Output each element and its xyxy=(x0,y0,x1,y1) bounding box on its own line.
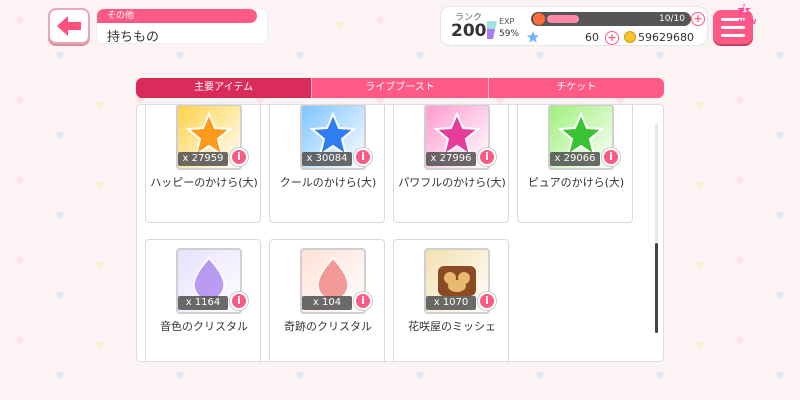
flame-icon xyxy=(533,13,545,25)
stamina-value: 10/10 xyxy=(659,14,685,24)
tab-main-items[interactable]: 主要アイテム xyxy=(136,78,313,98)
item-name: ピュアのかけら(大) xyxy=(527,176,625,189)
item-card[interactable]: x 27959 i ハッピーのかけら(大) xyxy=(145,105,261,223)
exp-label: EXP xyxy=(499,17,515,26)
item-name: クールのかけら(大) xyxy=(279,176,377,189)
menu-line xyxy=(721,33,745,37)
info-icon[interactable]: i xyxy=(478,292,496,310)
player-status-panel: ランク 200 EXP 59% 10/10 あと - - : - - + 60 … xyxy=(440,6,724,80)
item-card[interactable]: x 104 i 奇跡のクリスタル xyxy=(269,239,385,361)
tab-live-boost[interactable]: ライブブースト xyxy=(312,78,489,98)
stamina-plus-button[interactable]: + xyxy=(691,12,705,26)
new-label: NEW xyxy=(738,18,757,26)
exp-gauge-icon xyxy=(487,21,497,39)
tab-bar: 主要アイテム ライブブースト チケット xyxy=(136,78,664,98)
exp-percent: 59% xyxy=(499,29,520,39)
item-card[interactable]: x 27996 i パワフルのかけら(大) xyxy=(393,105,509,223)
item-name: 音色のクリスタル xyxy=(160,320,248,333)
arrow-left-icon xyxy=(57,16,81,36)
item-name: ハッピーのかけら(大) xyxy=(150,176,258,189)
info-icon[interactable]: i xyxy=(602,148,620,166)
new-badge: ★ 1 NEW xyxy=(734,2,758,28)
item-card[interactable]: x 29066 i ピュアのかけら(大) xyxy=(517,105,633,223)
info-icon[interactable]: i xyxy=(354,292,372,310)
item-name: 奇跡のクリスタル xyxy=(284,320,372,333)
items-panel[interactable]: x 27959 i ハッピーのかけら(大) x 30084 i クールのかけら(大) x 2… xyxy=(136,104,664,362)
breadcrumb: その他 持ちもの xyxy=(96,8,268,45)
gem-count: 60 xyxy=(585,31,599,44)
item-card[interactable]: x 1070 i 花咲屋のミッシェ xyxy=(393,239,509,361)
tab-tickets[interactable]: チケット xyxy=(488,78,664,98)
item-quantity: x 29066 xyxy=(550,152,600,166)
info-icon[interactable]: i xyxy=(478,148,496,166)
info-icon[interactable]: i xyxy=(354,148,372,166)
star-gem-icon xyxy=(527,31,539,43)
new-count: 1 xyxy=(742,5,748,14)
scrollbar-thumb[interactable] xyxy=(655,243,658,333)
info-icon[interactable]: i xyxy=(230,292,248,310)
item-name: 花咲屋のミッシェ xyxy=(408,320,496,333)
item-quantity: x 27996 xyxy=(426,152,476,166)
item-name: パワフルのかけら(大) xyxy=(398,176,506,189)
coin-count: 59629680 xyxy=(638,31,694,44)
stamina-fill xyxy=(547,15,579,23)
back-button[interactable] xyxy=(48,8,90,44)
item-quantity: x 1070 xyxy=(426,296,476,310)
stamina-bar: 10/10 あと - - : - - xyxy=(531,12,724,80)
rank-value: 200 xyxy=(451,21,487,41)
info-icon[interactable]: i xyxy=(230,148,248,166)
item-quantity: x 30084 xyxy=(302,152,352,166)
item-card[interactable]: x 1164 i 音色のクリスタル xyxy=(145,239,261,361)
item-card[interactable]: x 30084 i クールのかけら(大) xyxy=(269,105,385,223)
item-quantity: x 1164 xyxy=(178,296,228,310)
gem-plus-button[interactable]: + xyxy=(605,31,619,45)
item-quantity: x 27959 xyxy=(178,152,228,166)
page-title: 持ちもの xyxy=(107,30,160,45)
coin-icon xyxy=(624,31,636,43)
scrollbar[interactable] xyxy=(655,123,658,333)
breadcrumb-category: その他 xyxy=(97,9,257,23)
item-quantity: x 104 xyxy=(302,296,352,310)
